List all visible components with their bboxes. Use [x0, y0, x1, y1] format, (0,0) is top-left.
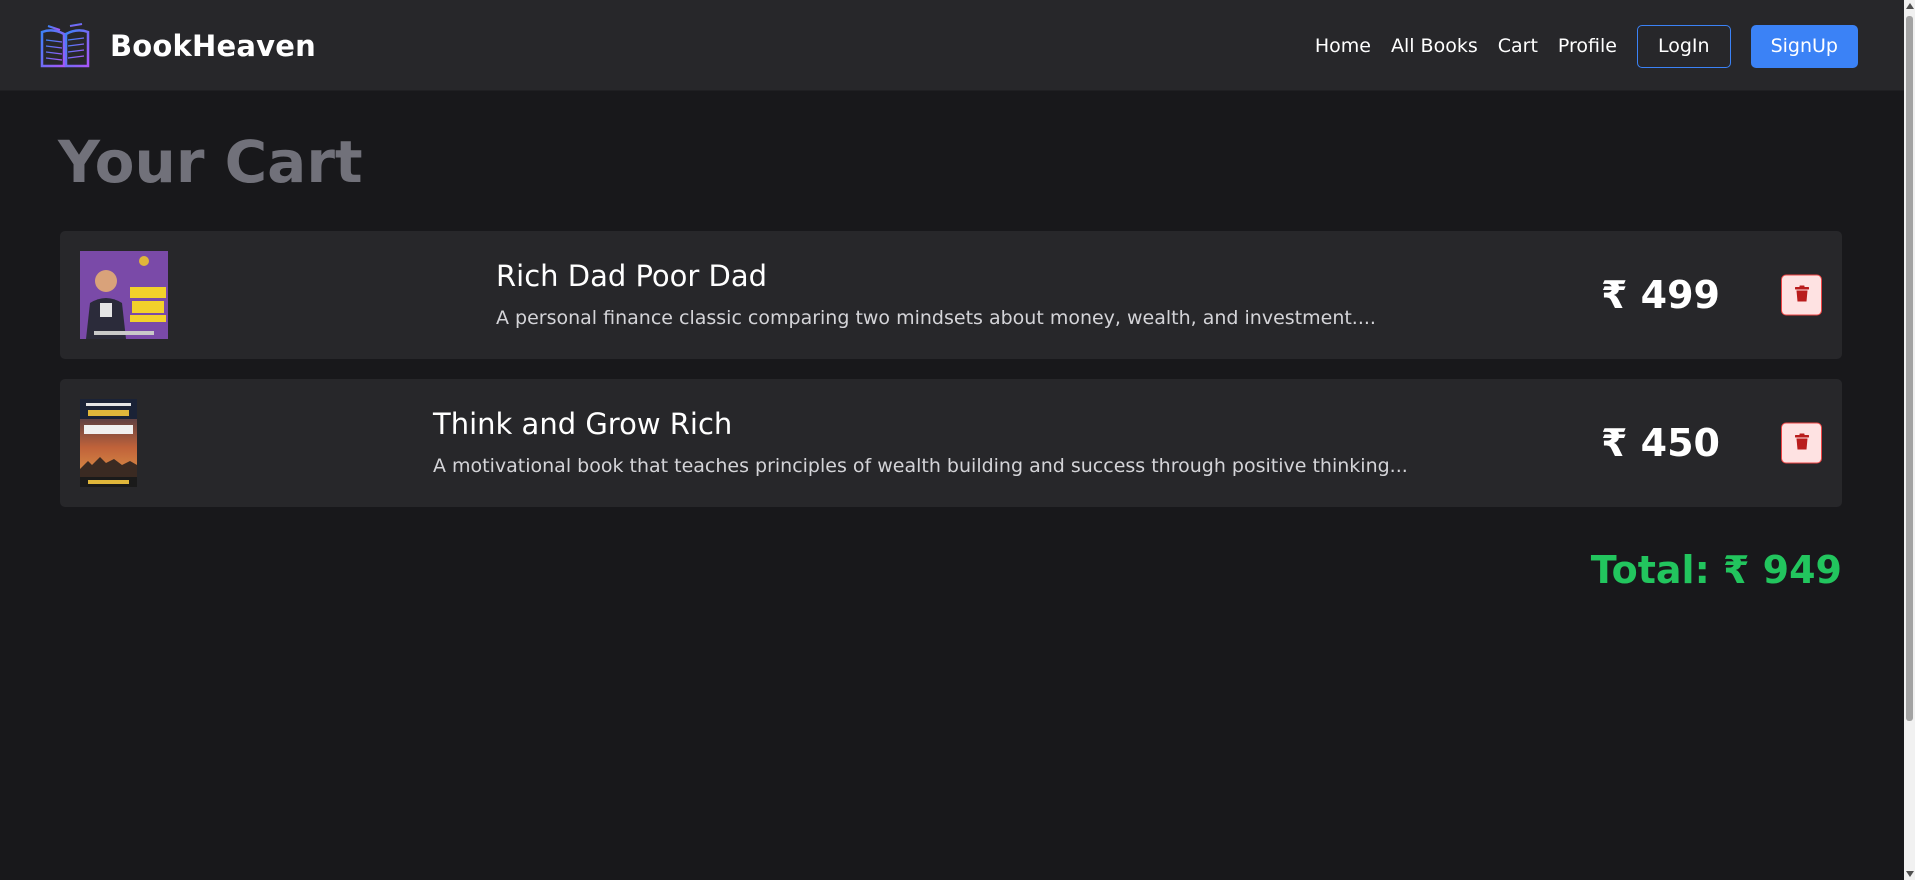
nav-link-cart[interactable]: Cart	[1498, 24, 1538, 68]
nav-links: Home All Books Cart Profile LogIn SignUp	[1315, 24, 1858, 68]
scrollbar[interactable]	[1904, 0, 1915, 880]
item-title: Rich Dad Poor Dad	[496, 259, 768, 293]
signup-button[interactable]: SignUp	[1750, 24, 1858, 68]
cart-item: Rich Dad Poor Dad A personal finance cla…	[60, 231, 1842, 359]
nav-link-profile[interactable]: Profile	[1558, 24, 1617, 68]
item-title: Think and Grow Rich	[433, 407, 733, 441]
cart-item: Think and Grow Rich A motivational book …	[60, 379, 1842, 507]
delete-item-button[interactable]	[1781, 274, 1822, 316]
delete-item-button[interactable]	[1781, 422, 1822, 464]
item-info: Rich Dad Poor Dad A personal finance cla…	[496, 259, 1376, 329]
item-description: A motivational book that teaches princip…	[433, 455, 1408, 477]
trash-icon	[1794, 285, 1809, 305]
scroll-down-icon[interactable]	[1906, 871, 1914, 877]
login-button[interactable]: LogIn	[1636, 24, 1731, 68]
nav-link-home[interactable]: Home	[1315, 24, 1371, 68]
brand-name: BookHeaven	[110, 29, 316, 63]
page: BookHeaven Home All Books Cart Profile L…	[0, 0, 1915, 880]
nav-link-all-books[interactable]: All Books	[1391, 24, 1478, 68]
trash-icon	[1794, 433, 1809, 453]
book-cover-think-and-grow-rich	[80, 399, 137, 487]
item-description: A personal finance classic comparing two…	[496, 307, 1376, 329]
scroll-thumb[interactable]	[1906, 16, 1913, 721]
item-price: ₹ 499	[1601, 273, 1720, 317]
book-cover-rich-dad-poor-dad	[80, 251, 168, 339]
navbar: BookHeaven Home All Books Cart Profile L…	[0, 0, 1904, 91]
item-price: ₹ 450	[1601, 421, 1720, 465]
open-book-icon	[38, 22, 92, 70]
brand[interactable]: BookHeaven	[38, 22, 316, 70]
scroll-up-icon[interactable]	[1906, 3, 1914, 9]
cart-total: Total: ₹ 949	[1590, 548, 1842, 592]
page-title: Your Cart	[58, 128, 363, 196]
item-info: Think and Grow Rich A motivational book …	[433, 407, 1408, 477]
